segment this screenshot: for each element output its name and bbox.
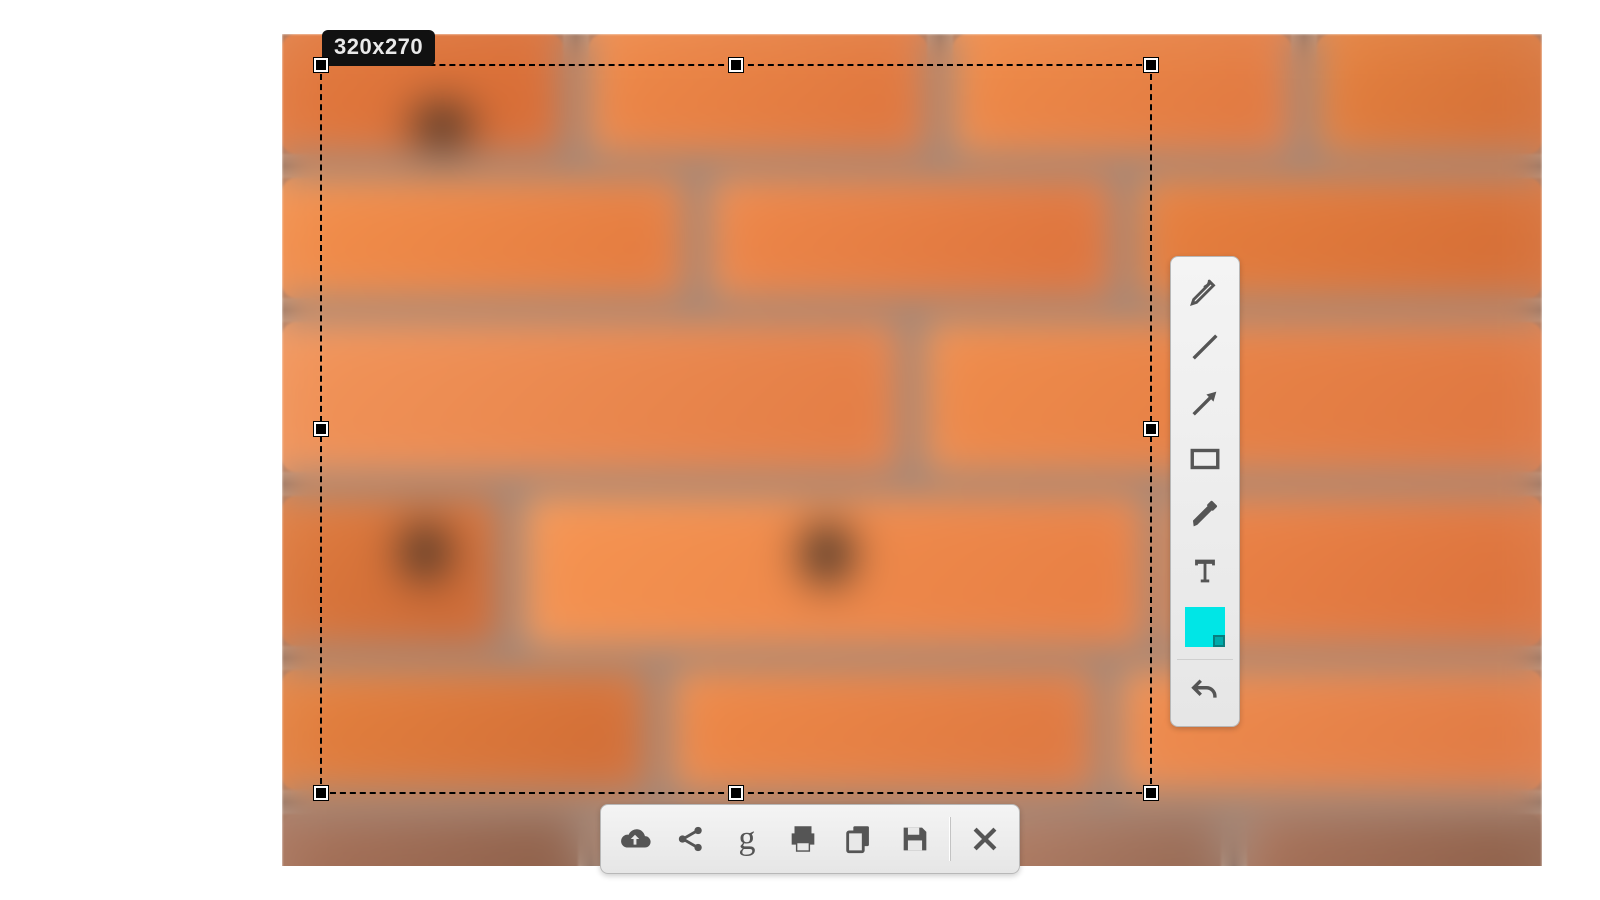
handle-e[interactable]	[1144, 422, 1158, 436]
undo-button[interactable]	[1177, 664, 1233, 720]
handle-nw[interactable]	[314, 58, 328, 72]
share-button[interactable]	[663, 811, 719, 867]
handle-sw[interactable]	[314, 786, 328, 800]
handle-ne[interactable]	[1144, 58, 1158, 72]
save-button[interactable]	[887, 811, 943, 867]
handle-s[interactable]	[729, 786, 743, 800]
close-button[interactable]	[957, 811, 1013, 867]
text-tool[interactable]	[1177, 543, 1233, 599]
marker-icon	[1188, 498, 1222, 532]
text-icon	[1188, 554, 1222, 588]
copy-button[interactable]	[831, 811, 887, 867]
copy-icon	[842, 822, 876, 856]
line-tool[interactable]	[1177, 319, 1233, 375]
share-icon	[674, 822, 708, 856]
upload-button[interactable]	[607, 811, 663, 867]
google-search-icon: g	[739, 820, 756, 858]
line-icon	[1188, 330, 1222, 364]
pencil-icon	[1188, 274, 1222, 308]
marker-tool[interactable]	[1177, 487, 1233, 543]
handle-n[interactable]	[729, 58, 743, 72]
handle-w[interactable]	[314, 422, 328, 436]
arrow-icon	[1188, 386, 1222, 420]
handle-se[interactable]	[1144, 786, 1158, 800]
save-icon	[898, 822, 932, 856]
side-toolbar	[1170, 256, 1240, 727]
color-picker[interactable]	[1177, 599, 1233, 655]
google-search-button[interactable]: g	[719, 811, 775, 867]
rectangle-tool[interactable]	[1177, 431, 1233, 487]
close-icon	[968, 822, 1002, 856]
selection-rectangle[interactable]: 320x270	[320, 64, 1152, 794]
print-button[interactable]	[775, 811, 831, 867]
bottom-toolbar: g	[600, 804, 1020, 874]
dimensions-label: 320x270	[322, 30, 435, 66]
color-swatch	[1185, 607, 1225, 647]
print-icon	[786, 822, 820, 856]
undo-icon	[1188, 675, 1222, 709]
arrow-tool[interactable]	[1177, 375, 1233, 431]
cloud-upload-icon	[618, 822, 652, 856]
rectangle-icon	[1188, 442, 1222, 476]
pencil-tool[interactable]	[1177, 263, 1233, 319]
